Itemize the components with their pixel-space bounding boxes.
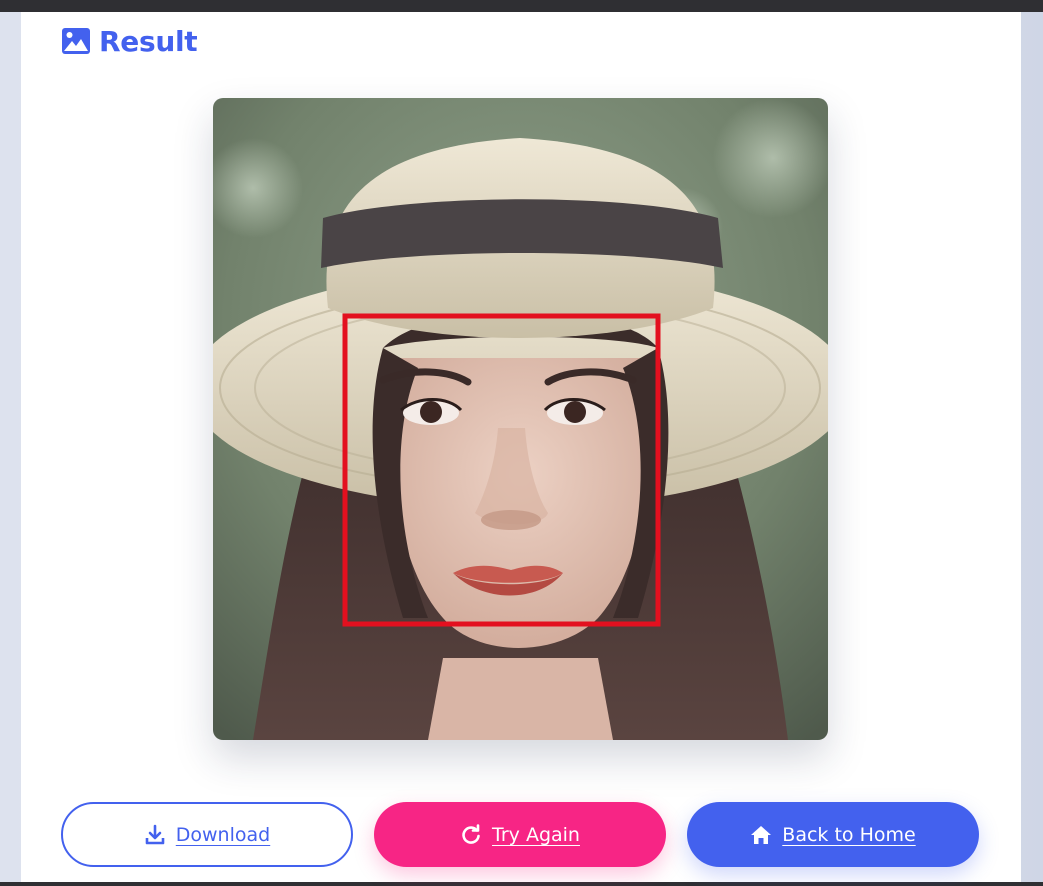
redo-icon — [460, 823, 482, 846]
result-image — [213, 98, 828, 740]
download-label: Download — [175, 823, 271, 846]
try-again-button[interactable]: Try Again — [374, 802, 666, 867]
result-header: Result — [61, 22, 198, 60]
try-again-label: Try Again — [492, 823, 580, 846]
page-title: Result — [99, 24, 198, 58]
home-icon — [750, 824, 772, 846]
download-button[interactable]: Download — [61, 802, 353, 867]
image-icon — [61, 27, 91, 55]
download-icon — [144, 824, 166, 846]
back-to-home-button[interactable]: Back to Home — [687, 802, 979, 867]
result-card: Result Download Try Again Back to Home — [21, 12, 1021, 882]
back-to-home-label: Back to Home — [782, 823, 916, 846]
